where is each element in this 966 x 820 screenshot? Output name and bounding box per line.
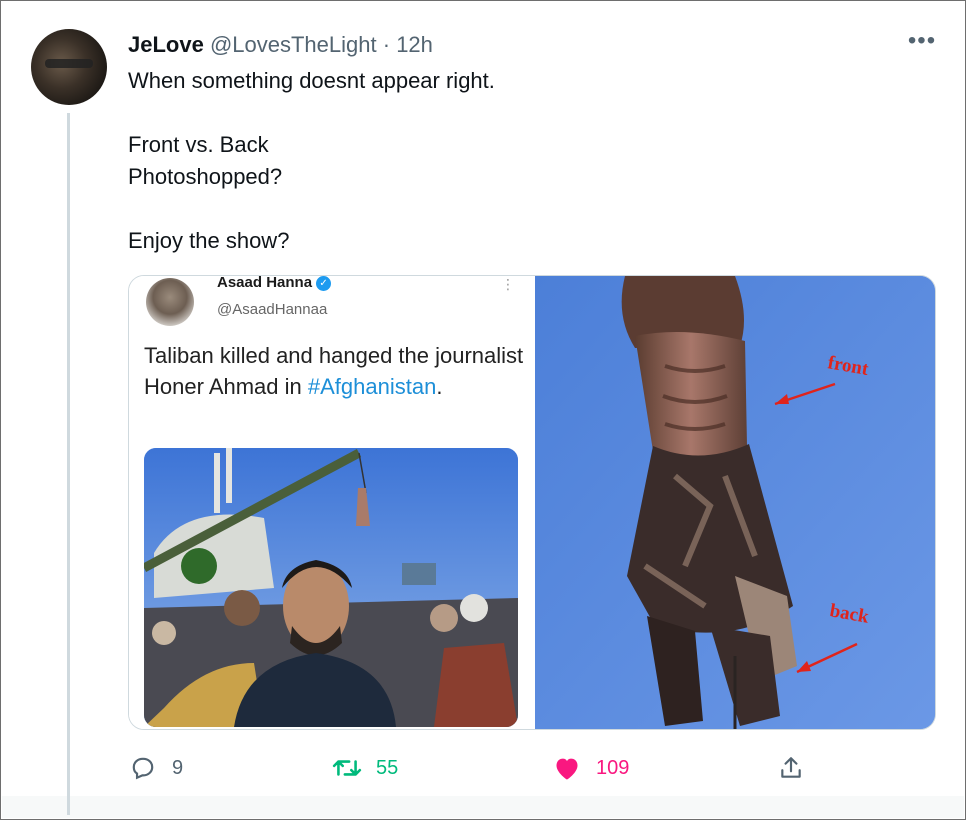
reply-button[interactable]: 9 [128, 753, 183, 783]
embedded-text-end: . [436, 374, 443, 399]
tweet-actions: 9 55 109 [128, 753, 828, 783]
verified-badge-icon: ✓ [316, 276, 332, 291]
retweet-count: 55 [376, 756, 399, 779]
share-upload-icon [776, 753, 806, 783]
tweet-text-blank [128, 193, 908, 225]
tweet-header: JeLove @LovesTheLight · 12h [128, 31, 433, 59]
timestamp[interactable]: 12h [396, 32, 433, 57]
embedded-author: Asaad Hanna ✓ [217, 275, 332, 291]
tweet-frame: JeLove @LovesTheLight · 12h ••• When som… [0, 0, 966, 820]
next-tweet-strip [2, 796, 964, 818]
embedded-avatar [146, 278, 194, 326]
reply-count: 9 [172, 756, 184, 779]
tweet-text-line: Enjoy the show? [128, 228, 290, 253]
heart-filled-icon [552, 753, 582, 783]
tweet-media[interactable]: Asaad Hanna ✓ @AsaadHannaa ⋮ Taliban kill… [128, 275, 936, 730]
embedded-tweet-screenshot: Asaad Hanna ✓ @AsaadHannaa ⋮ Taliban kill… [129, 275, 535, 729]
embedded-photo [144, 448, 518, 727]
zoomed-figure-illustration: front back [535, 276, 935, 729]
like-button[interactable]: 109 [552, 753, 629, 783]
avatar[interactable] [31, 29, 107, 105]
embedded-handle: @AsaadHannaa [217, 301, 328, 318]
tweet-text-line: Photoshopped? [128, 164, 283, 189]
tweet-text: When something doesnt appear right. Fron… [128, 65, 908, 257]
retweet-button[interactable]: 55 [332, 753, 398, 783]
like-count: 109 [596, 756, 630, 779]
more-options-icon[interactable]: ••• [905, 29, 939, 57]
avatar-sunglasses [45, 59, 93, 68]
share-button[interactable] [776, 753, 806, 783]
retweet-arrows-icon [332, 753, 362, 783]
thread-line [67, 113, 70, 815]
embedded-hashtag: #Afghanistan [307, 374, 437, 399]
separator-dot: · [382, 32, 391, 57]
tweet-text-line: When something doesnt appear right. [128, 68, 495, 93]
author-name[interactable]: JeLove [128, 32, 204, 57]
embedded-text: Taliban killed and hanged the journalist… [144, 340, 524, 402]
author-handle[interactable]: @LovesTheLight [210, 32, 383, 57]
zoomed-comparison-image: front back [535, 276, 935, 729]
speech-bubble-icon [128, 753, 158, 783]
embedded-more-icon: ⋮ [501, 276, 515, 292]
tweet-text-blank [128, 97, 908, 129]
tweet-text-line: Front vs. Back [128, 132, 269, 157]
crowd-photo-illustration [144, 448, 518, 727]
embedded-author-name: Asaad Hanna [217, 275, 313, 291]
